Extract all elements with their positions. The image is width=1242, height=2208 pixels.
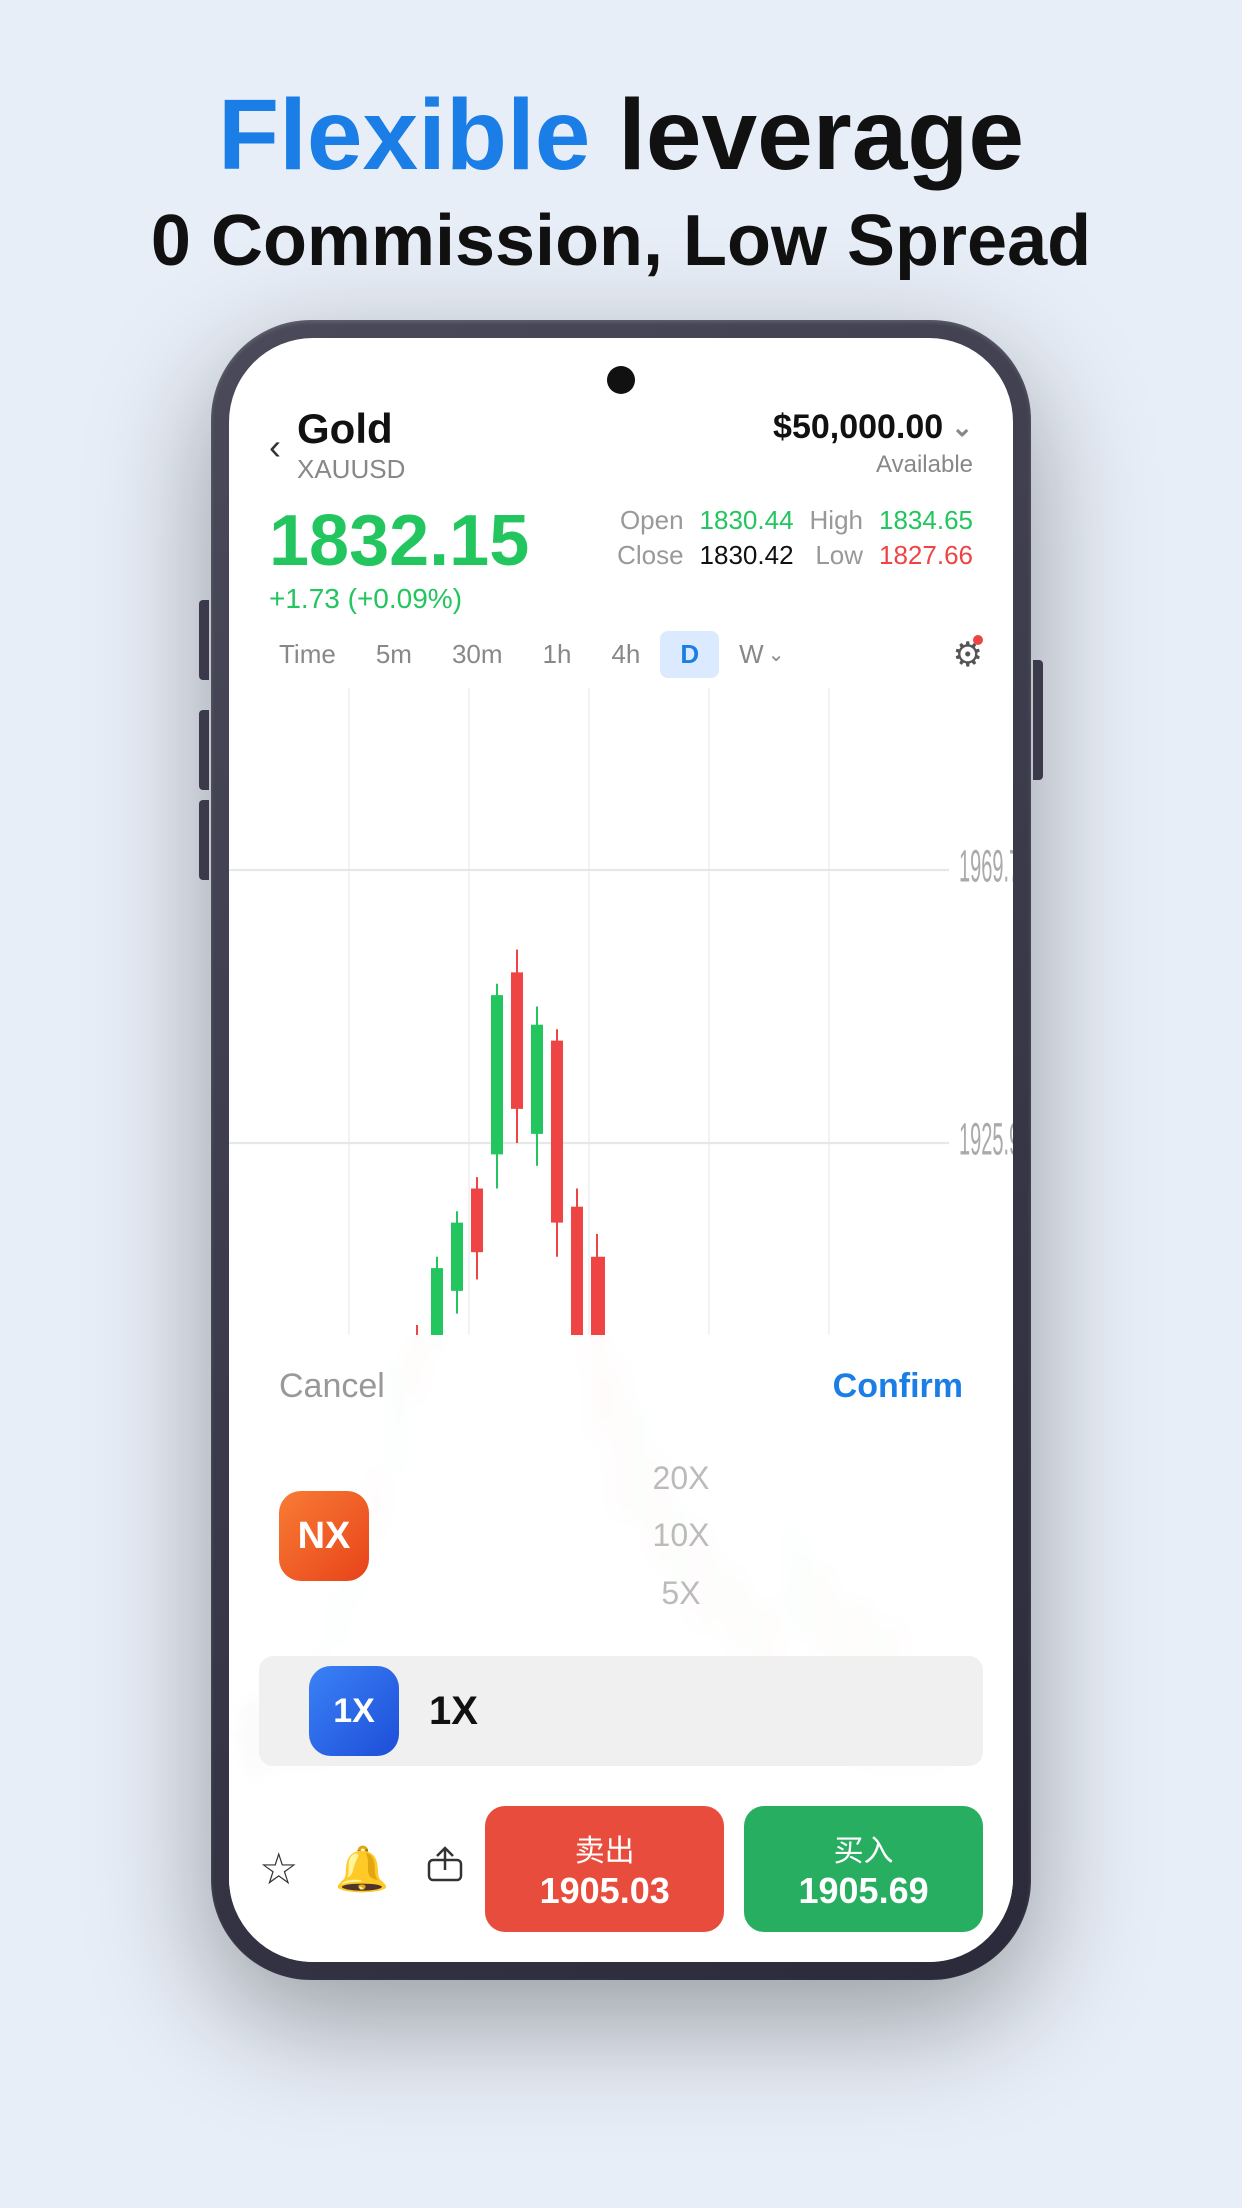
nx-logo: NX (279, 1491, 369, 1581)
sell-price: 1905.03 (495, 1870, 714, 1912)
phone-outer: ‹ Gold XAUUSD $50,000.00 ⌄ Available (211, 320, 1031, 1980)
ohlc-grid: Open 1830.44 High 1834.65 Close 1830.42 … (617, 505, 973, 571)
header-section: Flexible leverage 0 Commission, Low Spre… (0, 0, 1242, 322)
picker-item-10x[interactable]: 10X (399, 1507, 963, 1565)
bell-icon[interactable]: 🔔 (334, 1843, 389, 1895)
tf-d[interactable]: D (660, 631, 719, 678)
current-price: 1832.15 (269, 505, 529, 577)
tf-w[interactable]: W⌄ (719, 631, 804, 678)
onex-logo: 1X (309, 1666, 399, 1756)
high-label: High (810, 505, 863, 536)
share-icon[interactable] (425, 1844, 465, 1895)
high-value: 1834.65 (879, 505, 973, 536)
low-label: Low (810, 540, 863, 571)
cancel-button[interactable]: Cancel (279, 1367, 385, 1406)
svg-text:1969.78: 1969.78 (959, 841, 1013, 891)
svg-text:1925.92: 1925.92 (959, 1114, 1013, 1164)
price-change: +1.73 (+0.09%) (269, 583, 529, 615)
confirm-button[interactable]: Confirm (833, 1367, 963, 1406)
picker-item-20x[interactable]: 20X (399, 1450, 963, 1508)
balance-label: Available (773, 451, 973, 479)
picker-item-5x[interactable]: 5X (399, 1565, 963, 1623)
header-title-black: leverage (590, 79, 1024, 191)
tf-30m[interactable]: 30m (432, 631, 523, 678)
action-icons: ☆ 🔔 (259, 1843, 465, 1895)
header-title: Flexible leverage (0, 80, 1242, 190)
settings-notification-dot (973, 635, 983, 645)
balance-amount: $50,000.00 ⌄ (773, 408, 973, 447)
picker-wheel[interactable]: 20X 10X 5X (399, 1436, 963, 1636)
open-value: 1830.44 (700, 505, 794, 536)
asset-info: ‹ Gold XAUUSD (269, 408, 405, 485)
back-arrow-icon[interactable]: ‹ (269, 426, 281, 468)
camera-notch (607, 366, 635, 394)
balance-info: $50,000.00 ⌄ Available (773, 408, 973, 479)
selected-leverage-text: 1X (429, 1689, 478, 1734)
timeframe-bar: Time 5m 30m 1h 4h D W⌄ ⚙ (229, 631, 1013, 688)
close-label: Close (617, 540, 683, 571)
open-label: Open (617, 505, 683, 536)
sell-button[interactable]: 卖出 1905.03 (485, 1806, 724, 1932)
price-section: 1832.15 +1.73 (+0.09%) Open 1830.44 High… (229, 505, 1013, 631)
buy-label: 买入 (754, 1826, 973, 1870)
header-subtitle: 0 Commission, Low Spread (0, 200, 1242, 282)
app-header: ‹ Gold XAUUSD $50,000.00 ⌄ Available (229, 338, 1013, 505)
selected-leverage-row[interactable]: 1X 1X (259, 1656, 983, 1766)
tf-5m[interactable]: 5m (356, 631, 432, 678)
sell-label: 卖出 (495, 1826, 714, 1870)
asset-symbol: XAUUSD (297, 454, 405, 485)
tf-time[interactable]: Time (259, 631, 356, 678)
action-bar: ☆ 🔔 卖出 1905.03 (229, 1786, 1013, 1962)
buy-price: 1905.69 (754, 1870, 973, 1912)
close-value: 1830.42 (700, 540, 794, 571)
tf-1h[interactable]: 1h (523, 631, 592, 678)
phone-wrapper: ‹ Gold XAUUSD $50,000.00 ⌄ Available (211, 320, 1031, 1980)
settings-icon[interactable]: ⚙ (953, 635, 983, 675)
tf-4h[interactable]: 4h (591, 631, 660, 678)
leverage-picker[interactable]: NX 20X 10X 5X (229, 1426, 1013, 1656)
bottom-sheet: Cancel Confirm NX 20X 10X 5X 1X 1X (229, 1335, 1013, 1962)
low-value: 1827.66 (879, 540, 973, 571)
star-icon[interactable]: ☆ (259, 1844, 298, 1895)
buy-button[interactable]: 买入 1905.69 (744, 1806, 983, 1932)
asset-name: Gold (297, 408, 405, 450)
sheet-header: Cancel Confirm (229, 1335, 1013, 1426)
chevron-down-icon[interactable]: ⌄ (951, 412, 973, 443)
phone-screen: ‹ Gold XAUUSD $50,000.00 ⌄ Available (229, 338, 1013, 1962)
header-title-blue: Flexible (218, 79, 590, 191)
